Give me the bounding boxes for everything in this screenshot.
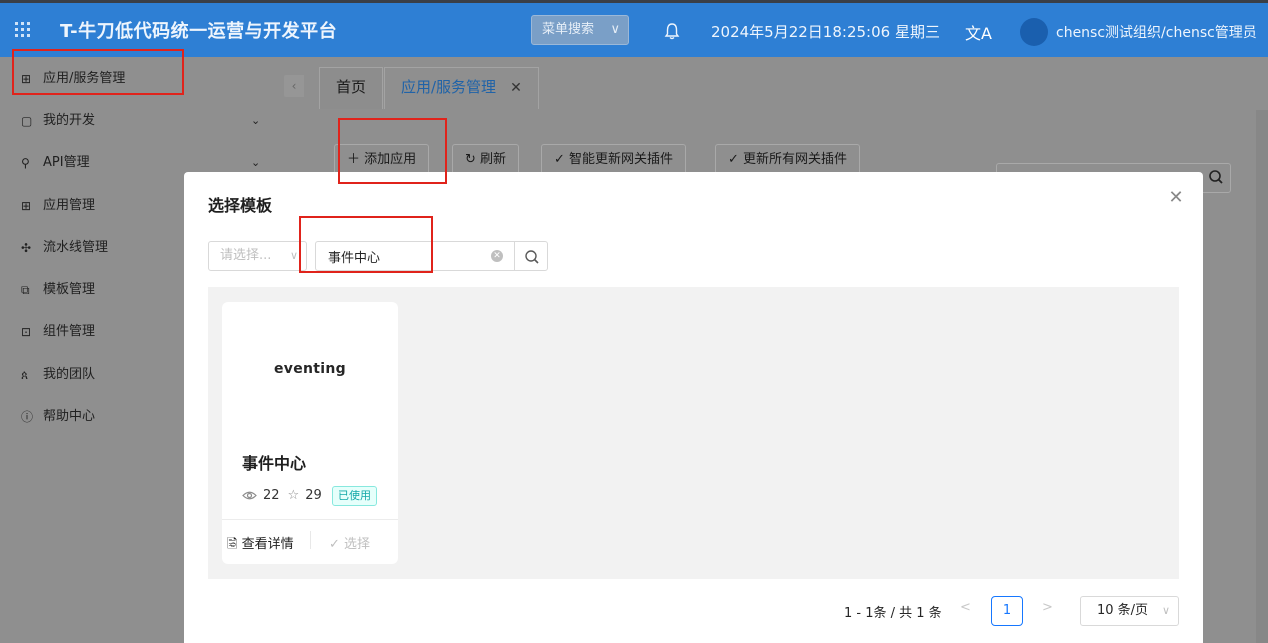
refresh-icon: ↻ (465, 152, 476, 167)
page-size-select[interactable]: 10 条/页 ∨ (1080, 596, 1179, 626)
app-launcher-icon[interactable] (15, 22, 31, 38)
chevron-down-icon: ∨ (610, 22, 620, 37)
translate-icon[interactable]: 文A (965, 20, 992, 44)
annotation-box-add-app (338, 118, 447, 184)
document-search-icon: 🗟 (227, 537, 238, 552)
template-icon: ⧉ (21, 283, 30, 297)
sidebar-item-label: 应用管理 (43, 198, 96, 213)
user-name[interactable]: chensc测试组织/chensc管理员 (1056, 22, 1257, 42)
tab-bar: 首页 应用/服务管理 ✕ (306, 57, 1268, 109)
sidebar-item-label: 模板管理 (43, 282, 96, 297)
pagination-page[interactable]: 1 (991, 596, 1023, 626)
star-count: 29 (305, 488, 322, 503)
category-select[interactable]: 请选择... ∨ (208, 241, 307, 271)
component-icon: ⊡ (21, 325, 32, 339)
annotation-box-sidebar (12, 49, 184, 95)
close-icon[interactable]: ✕ (1166, 188, 1186, 208)
template-card[interactable]: eventing 事件中心 22 ☆ 29 已使用 🗟 查看详情 ✓ 选择 (222, 302, 398, 564)
search-icon (1209, 170, 1223, 184)
tab-label: 应用/服务管理 (401, 78, 497, 96)
help-icon: ⓘ (21, 410, 34, 424)
datetime-display: 2024年5月22日18:25:06 星期三 (711, 23, 940, 41)
template-grid: eventing 事件中心 22 ☆ 29 已使用 🗟 查看详情 ✓ 选择 (208, 287, 1179, 579)
menu-search-placeholder: 菜单搜索 (542, 22, 595, 37)
chevron-right-icon[interactable]: > (1042, 600, 1053, 615)
modal-title: 选择模板 (208, 196, 273, 215)
view-detail-button[interactable]: 🗟 查看详情 (227, 533, 294, 557)
action-divider (310, 531, 311, 549)
card-stats: 22 ☆ 29 (242, 488, 330, 503)
sidebar-item-label: 组件管理 (43, 324, 96, 339)
tab-app-service[interactable]: 应用/服务管理 ✕ (384, 67, 539, 109)
page-size-label: 10 条/页 (1097, 603, 1149, 618)
bell-icon[interactable] (664, 22, 680, 40)
sidebar-item-my-dev[interactable]: ▢ 我的开发 ⌄ (0, 100, 282, 142)
avatar[interactable] (1020, 18, 1048, 46)
card-divider (222, 519, 398, 520)
view-detail-label: 查看详情 (241, 537, 294, 552)
menu-search-select[interactable]: 菜单搜索 ∨ (531, 15, 629, 45)
chevron-left-icon[interactable]: < (960, 600, 971, 615)
sidebar-item-label: 我的团队 (43, 367, 96, 382)
pipeline-icon: ✣ (21, 241, 32, 255)
tab-home[interactable]: 首页 (319, 67, 384, 109)
app-title: T-牛刀低代码统一运营与开发平台 (60, 21, 338, 42)
sidebar-item-label: 我的开发 (43, 113, 96, 128)
star-icon[interactable]: ☆ (288, 488, 300, 503)
search-icon (525, 250, 539, 264)
pagination-total: 1 - 1条 / 共 1 条 (844, 606, 942, 621)
check-icon: ✓ (728, 152, 739, 167)
sidebar-item-label: API管理 (43, 155, 90, 170)
dev-icon: ▢ (21, 114, 33, 128)
smart-update-label: 智能更新网关插件 (569, 152, 674, 167)
close-icon[interactable]: ✕ (510, 80, 522, 96)
sidebar-item-label: 流水线管理 (43, 240, 109, 255)
team-icon: ጰ (21, 368, 29, 382)
top-header: T-牛刀低代码统一运营与开发平台 菜单搜索 ∨ 2024年5月22日18:25:… (0, 0, 1268, 57)
select-button[interactable]: ✓ 选择 (329, 533, 370, 552)
refresh-label: 刷新 (480, 152, 507, 167)
annotation-box-search (299, 216, 433, 273)
update-all-label: 更新所有网关插件 (743, 152, 848, 167)
card-title: 事件中心 (242, 454, 307, 473)
status-badge: 已使用 (332, 486, 377, 506)
check-icon: ✓ (554, 152, 565, 167)
check-icon: ✓ (329, 537, 340, 552)
apps-icon: ⊞ (21, 199, 32, 213)
eye-icon (242, 491, 257, 500)
page-scrollbar[interactable] (1256, 110, 1268, 643)
chevron-down-icon: ∨ (289, 249, 298, 262)
view-count: 22 (263, 488, 280, 503)
select-placeholder: 请选择... (220, 248, 272, 263)
api-icon: ⚲ (21, 156, 30, 170)
clear-icon[interactable]: ✕ (491, 250, 503, 262)
chevron-down-icon: ⌄ (251, 114, 261, 127)
card-cover: eventing (274, 361, 346, 377)
chevron-down-icon: ∨ (1161, 604, 1170, 617)
sidebar-collapse-button[interactable]: ‹ (284, 75, 304, 97)
search-button[interactable] (514, 241, 548, 271)
sidebar-item-label: 帮助中心 (43, 409, 96, 424)
select-label: 选择 (344, 537, 371, 552)
